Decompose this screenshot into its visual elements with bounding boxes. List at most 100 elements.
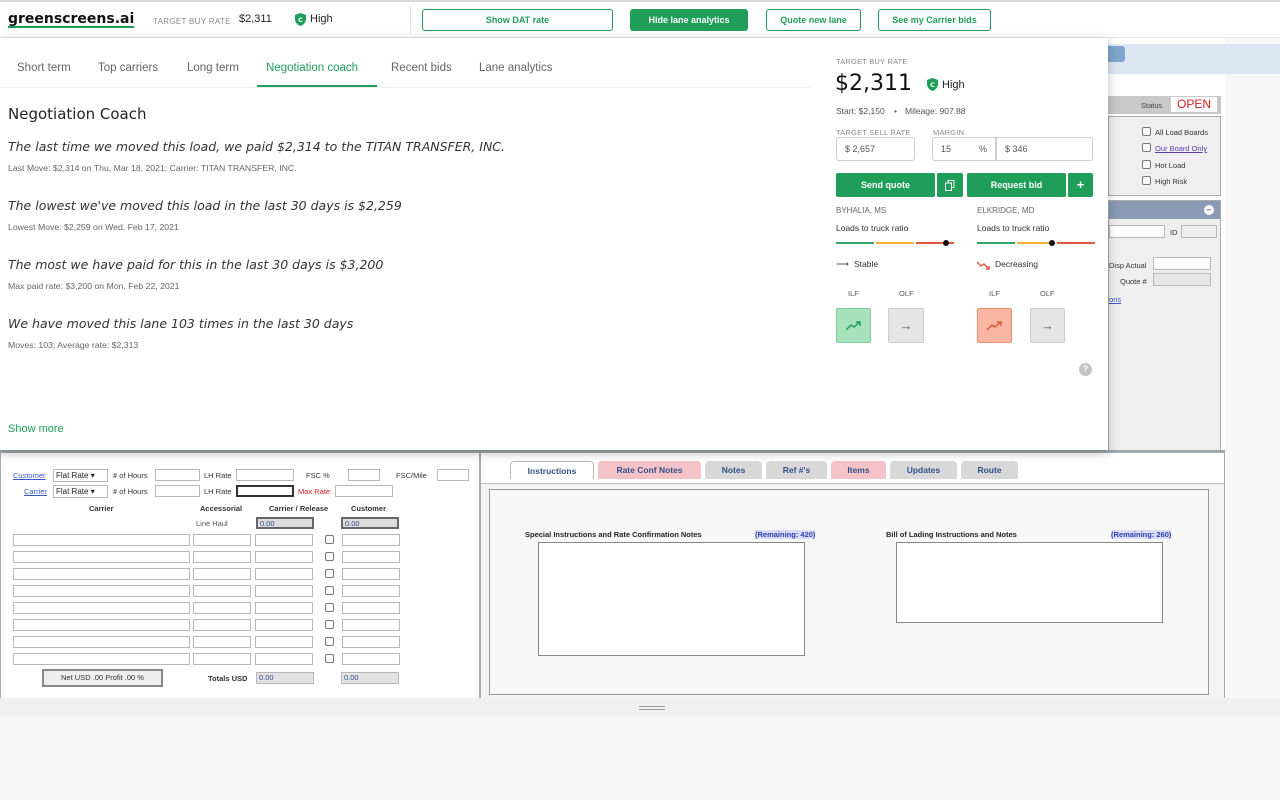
- tab-short-term[interactable]: Short term: [17, 62, 71, 74]
- copy-quote-button[interactable]: [936, 173, 963, 197]
- row-checkbox[interactable]: [325, 552, 334, 561]
- customer-amount-input[interactable]: [342, 568, 400, 580]
- tab-negotiation-coach[interactable]: Negotiation coach: [266, 62, 358, 74]
- see-carrier-bids-button[interactable]: See my Carrier bids: [878, 9, 991, 31]
- carrier-release-input[interactable]: [255, 568, 313, 580]
- carrier-release-input[interactable]: [255, 602, 313, 614]
- carrier-lh-rate-input[interactable]: [236, 485, 294, 497]
- trending-up-icon: [986, 321, 1002, 331]
- help-icon[interactable]: ?: [1079, 363, 1092, 376]
- collapse-icon[interactable]: –: [1204, 205, 1214, 215]
- splitter[interactable]: [0, 698, 1280, 716]
- hot-load-checkbox[interactable]: [1142, 160, 1151, 169]
- customer-amount-input[interactable]: [342, 602, 400, 614]
- carrier-release-input[interactable]: [255, 619, 313, 631]
- customer-link[interactable]: Customer: [13, 471, 46, 480]
- legacy-header-button[interactable]: [1108, 46, 1125, 62]
- row-checkbox[interactable]: [325, 654, 334, 663]
- id-field[interactable]: [1181, 225, 1217, 238]
- carrier-release-input[interactable]: [255, 653, 313, 665]
- carrier-name-input[interactable]: [13, 551, 190, 563]
- tab-items[interactable]: Items: [831, 461, 886, 479]
- accessorial-input[interactable]: [193, 534, 251, 546]
- hide-lane-analytics-button[interactable]: Hide lane analytics: [630, 9, 748, 31]
- tab-updates[interactable]: Updates: [890, 461, 957, 479]
- carrier-rate-type-select[interactable]: Flat Rate ▾: [53, 485, 108, 498]
- accessorial-input[interactable]: [193, 551, 251, 563]
- customer-amount-input[interactable]: [342, 585, 400, 597]
- row-checkbox[interactable]: [325, 637, 334, 646]
- dest-ilf-tile[interactable]: [977, 308, 1012, 343]
- quote-new-lane-button[interactable]: Quote new lane: [766, 9, 861, 31]
- accessorial-input[interactable]: [193, 568, 251, 580]
- max-rate-input[interactable]: [335, 485, 393, 497]
- tab-lane-analytics[interactable]: Lane analytics: [479, 62, 553, 74]
- customer-amount-input[interactable]: [342, 551, 400, 563]
- tab-route[interactable]: Route: [961, 461, 1018, 479]
- customer-amount-input[interactable]: [342, 619, 400, 631]
- carrier-link[interactable]: Carrier: [24, 487, 47, 496]
- accessorial-input[interactable]: [193, 619, 251, 631]
- carrier-name-input[interactable]: [13, 568, 190, 580]
- carrier-release-input[interactable]: [255, 534, 313, 546]
- tab-instructions[interactable]: Instructions: [510, 461, 594, 479]
- origin-ilf-tile[interactable]: [836, 308, 871, 343]
- request-bid-button[interactable]: Request bid: [967, 173, 1066, 197]
- carrier-release-input[interactable]: [255, 585, 313, 597]
- customer-lh-rate-input[interactable]: [236, 469, 294, 481]
- customer-hours-input[interactable]: [155, 469, 200, 481]
- fsc-pct-input[interactable]: [348, 469, 380, 481]
- accessorial-input[interactable]: [193, 653, 251, 665]
- tab-long-term[interactable]: Long term: [187, 62, 239, 74]
- carrier-name-input[interactable]: [13, 636, 190, 648]
- carrier-name-input[interactable]: [13, 534, 190, 546]
- customer-amount-input[interactable]: [342, 636, 400, 648]
- disp-actual-field[interactable]: [1153, 257, 1211, 270]
- accessorial-input[interactable]: [193, 602, 251, 614]
- carrier-hours-input[interactable]: [155, 485, 200, 497]
- accessorial-input[interactable]: [193, 636, 251, 648]
- legacy-link[interactable]: ons: [1109, 295, 1121, 304]
- carrier-name-input[interactable]: [13, 653, 190, 665]
- carrier-name-input[interactable]: [13, 619, 190, 631]
- customer-amount-input[interactable]: [342, 653, 400, 665]
- our-board-only-link[interactable]: Our Board Only: [1155, 144, 1207, 153]
- show-dat-rate-button[interactable]: Show DAT rate: [422, 9, 613, 31]
- special-instructions-textarea[interactable]: [538, 542, 805, 656]
- carrier-release-input[interactable]: [255, 551, 313, 563]
- show-more-link[interactable]: Show more: [8, 423, 64, 435]
- quote-field[interactable]: [1153, 273, 1211, 286]
- row-checkbox[interactable]: [325, 586, 334, 595]
- carrier-name-input[interactable]: [13, 602, 190, 614]
- legacy-field[interactable]: [1109, 225, 1165, 238]
- row-checkbox[interactable]: [325, 603, 334, 612]
- customer-amount-input[interactable]: [342, 534, 400, 546]
- high-risk-checkbox[interactable]: [1142, 176, 1151, 185]
- tab-top-carriers[interactable]: Top carriers: [98, 62, 158, 74]
- row-checkbox[interactable]: [325, 569, 334, 578]
- rate-card-target-label: TARGET BUY RATE: [836, 57, 908, 66]
- drag-handle-icon[interactable]: [639, 706, 665, 710]
- carrier-name-input[interactable]: [13, 585, 190, 597]
- row-checkbox[interactable]: [325, 620, 334, 629]
- tab-ref-numbers[interactable]: Ref #'s: [766, 461, 827, 479]
- add-bid-button[interactable]: +: [1067, 173, 1093, 197]
- fsc-mile-input[interactable]: [437, 469, 469, 481]
- origin-olf-tile[interactable]: →: [888, 308, 924, 343]
- sell-rate-input[interactable]: $ 2,657: [836, 137, 915, 161]
- bol-instructions-textarea[interactable]: [896, 542, 1163, 623]
- tab-notes[interactable]: Notes: [705, 461, 762, 479]
- all-load-boards-checkbox[interactable]: [1142, 127, 1151, 136]
- dest-olf-tile[interactable]: →: [1030, 308, 1065, 343]
- margin-percent-input[interactable]: 15%: [932, 137, 996, 161]
- customer-rate-type-select[interactable]: Flat Rate ▾: [53, 469, 108, 482]
- coach-insight-headline: The lowest we've moved this load in the …: [8, 198, 402, 213]
- send-quote-button[interactable]: Send quote: [836, 173, 935, 197]
- row-checkbox[interactable]: [325, 535, 334, 544]
- tab-rate-conf-notes[interactable]: Rate Conf Notes: [598, 461, 701, 479]
- accessorial-input[interactable]: [193, 585, 251, 597]
- carrier-release-input[interactable]: [255, 636, 313, 648]
- margin-dollar-input[interactable]: $ 346: [996, 137, 1093, 161]
- our-board-only-checkbox[interactable]: [1142, 143, 1151, 152]
- tab-recent-bids[interactable]: Recent bids: [391, 62, 452, 74]
